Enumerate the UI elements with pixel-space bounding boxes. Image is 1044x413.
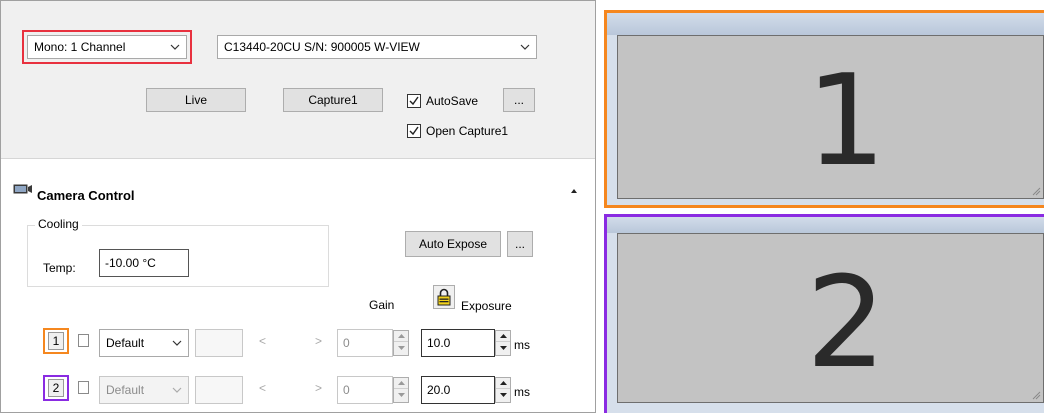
acquisition-panel: Mono: 1 Channel C13440-20CU S/N: 900005 … xyxy=(0,0,596,413)
capture-button-label: Capture1 xyxy=(308,93,358,107)
channel-2-exposure-unit: ms xyxy=(514,385,530,399)
autosave-options-button[interactable]: ... xyxy=(503,88,535,112)
channel-2-exposure-field[interactable]: 20.0 xyxy=(421,376,495,404)
channel-1-exposure-value: 10.0 xyxy=(427,336,451,350)
camera-icon xyxy=(13,183,33,195)
channel-1-gain-field[interactable]: 0 xyxy=(337,329,393,357)
capture-button[interactable]: Capture1 xyxy=(283,88,383,112)
temp-readout: -10.00 °C xyxy=(99,249,189,277)
channel-2-gain-text xyxy=(195,376,243,404)
collapse-arrow-icon[interactable] xyxy=(569,184,579,193)
chevron-down-icon xyxy=(172,387,182,393)
autosave-checkbox[interactable] xyxy=(407,94,421,108)
camera-control-title: Camera Control xyxy=(37,188,135,203)
auto-expose-label: Auto Expose xyxy=(418,237,488,251)
channel-2-gain-increase[interactable]: > xyxy=(315,381,322,405)
channel-1-number-text: 1 xyxy=(52,334,60,348)
acquisition-toolbar: Mono: 1 Channel C13440-20CU S/N: 900005 … xyxy=(1,1,595,159)
spin-down-icon[interactable] xyxy=(394,342,408,353)
channel-1-preset-value: Default xyxy=(106,336,145,350)
view-pane-1[interactable]: 1 xyxy=(604,10,1044,208)
channel-1-exposure-field[interactable]: 10.0 xyxy=(421,329,495,357)
channel-2-exposure-value: 20.0 xyxy=(427,383,451,397)
view-pane-2-titlebar[interactable] xyxy=(607,217,1044,233)
spin-down-icon[interactable] xyxy=(496,389,510,400)
resize-grip-icon[interactable] xyxy=(1031,186,1041,196)
camera-select-value: C13440-20CU S/N: 900005 W-VIEW xyxy=(224,40,420,54)
spin-down-icon[interactable] xyxy=(394,389,408,400)
resize-grip-icon[interactable] xyxy=(1031,390,1041,400)
auto-expose-button[interactable]: Auto Expose xyxy=(405,231,501,257)
exposure-heading: Exposure xyxy=(461,299,512,313)
spin-up-icon[interactable] xyxy=(394,331,408,342)
auto-expose-options-button[interactable]: ... xyxy=(507,231,533,257)
spin-up-icon[interactable] xyxy=(394,378,408,389)
channel-1-gain-spinner[interactable] xyxy=(393,330,409,356)
auto-expose-options-label: ... xyxy=(514,237,525,251)
checkmark-icon xyxy=(409,96,419,106)
temp-label: Temp: xyxy=(43,261,76,275)
spin-up-icon[interactable] xyxy=(496,378,510,389)
channel-1-enable-checkbox[interactable] xyxy=(78,334,89,347)
channel-mode-highlight xyxy=(22,30,192,64)
channel-1-gain-value: 0 xyxy=(343,336,350,350)
exposure-lock-button[interactable] xyxy=(433,285,455,309)
lock-icon xyxy=(437,288,451,306)
channel-2-gain-value: 0 xyxy=(343,383,350,397)
spin-down-icon[interactable] xyxy=(496,342,510,353)
open-capture-checkbox[interactable] xyxy=(407,124,421,138)
channel-1-exposure-spinner[interactable] xyxy=(495,330,511,356)
camera-select-dropdown[interactable]: C13440-20CU S/N: 900005 W-VIEW xyxy=(217,35,537,59)
open-capture-label: Open Capture1 xyxy=(426,124,509,138)
channel-2-enable-checkbox[interactable] xyxy=(78,381,89,394)
spin-up-icon[interactable] xyxy=(496,331,510,342)
channel-2-number: 2 xyxy=(48,379,64,397)
view-pane-2-number: 2 xyxy=(806,249,887,396)
autosave-options-label: ... xyxy=(513,93,524,107)
view-pane-2-canvas[interactable]: 2 xyxy=(617,233,1044,403)
channel-2-preset-value: Default xyxy=(106,383,145,397)
chevron-down-icon xyxy=(520,44,530,50)
live-button-label: Live xyxy=(184,93,207,107)
channel-1-preset-dropdown[interactable]: Default xyxy=(99,329,189,357)
channel-1-exposure-unit: ms xyxy=(514,338,530,352)
live-button[interactable]: Live xyxy=(146,88,246,112)
gain-heading: Gain xyxy=(369,298,395,312)
channel-2-gain-spinner[interactable] xyxy=(393,377,409,403)
channel-1-gain-decrease[interactable]: < xyxy=(259,334,266,358)
view-pane-1-number: 1 xyxy=(806,47,887,194)
channel-2-gain-field[interactable]: 0 xyxy=(337,376,393,404)
temp-value: -10.00 °C xyxy=(105,256,156,270)
chevron-down-icon xyxy=(172,340,182,346)
view-pane-2[interactable]: 2 xyxy=(604,214,1044,413)
channel-2-gain-decrease[interactable]: < xyxy=(259,381,266,405)
channel-1-gain-text xyxy=(195,329,243,357)
checkmark-icon xyxy=(409,126,419,136)
cooling-label: Cooling xyxy=(35,217,82,231)
view-pane-1-titlebar[interactable] xyxy=(607,13,1044,35)
channel-1-gain-increase[interactable]: > xyxy=(315,334,322,358)
channel-1-number: 1 xyxy=(48,332,64,350)
channel-2-number-text: 2 xyxy=(52,381,60,395)
channel-2-preset-dropdown[interactable]: Default xyxy=(99,376,189,404)
channel-2-exposure-spinner[interactable] xyxy=(495,377,511,403)
view-pane-1-canvas[interactable]: 1 xyxy=(617,35,1044,199)
autosave-label: AutoSave xyxy=(426,94,479,108)
